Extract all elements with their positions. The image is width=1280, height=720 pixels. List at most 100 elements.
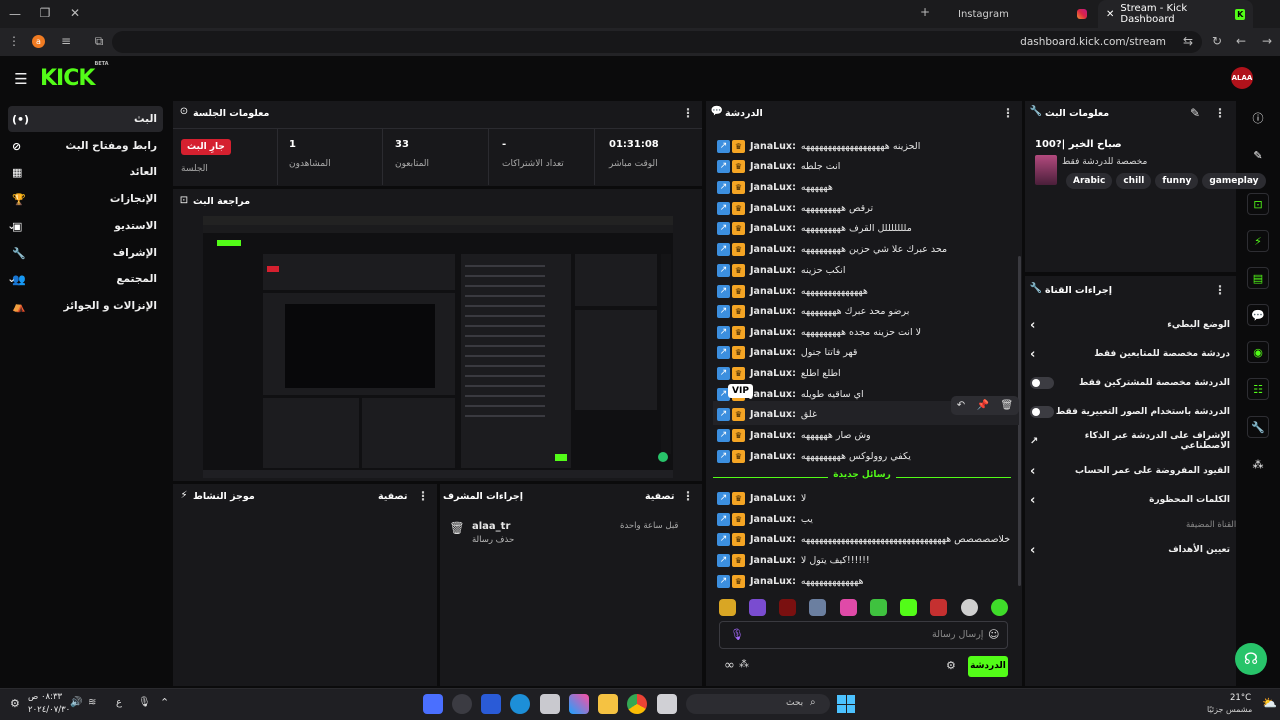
chat-username[interactable]: JanaLux: <box>750 555 796 566</box>
sidebar-item-revenue[interactable]: العائد ▦ <box>8 159 163 185</box>
action-followers-only[interactable]: دردشة مخصصة للمتابعين فقط › <box>1030 341 1230 367</box>
chat-message[interactable]: ↗ ♛ JanaLux: هههههههههههههه <box>717 571 1017 591</box>
chat-message[interactable]: ↗ ♛ JanaLux: يكفي روولوكس هههههههههه <box>717 446 1017 466</box>
more-widgets-icon[interactable]: ⁂ <box>1247 453 1269 475</box>
close-tab-icon[interactable]: ✕ <box>1106 9 1114 20</box>
chat-username[interactable]: JanaLux: <box>750 389 796 400</box>
mod-actions-menu-icon[interactable]: ⋮ <box>682 489 694 503</box>
chat-toggle-icon[interactable]: 💬 <box>1247 304 1269 326</box>
edit-icon[interactable]: ✎ <box>1247 144 1269 166</box>
weather-temp[interactable]: 21°C <box>1230 693 1251 703</box>
taskbar-explorer-icon[interactable] <box>598 694 618 714</box>
preview-toggle-icon[interactable]: ⊡ <box>1247 193 1269 215</box>
sidebar-item-drops[interactable]: الإنزالات و الجوائز ⛺ <box>8 293 163 319</box>
chat-username[interactable]: JanaLux: <box>750 347 796 358</box>
clock-time[interactable]: ٠٨:٣٣ ص <box>28 692 62 702</box>
taskbar-app-icon[interactable] <box>452 694 472 714</box>
chat-username[interactable]: JanaLux: <box>750 368 796 379</box>
chat-username[interactable]: JanaLux: <box>750 244 796 255</box>
chat-message[interactable]: ↗ ♛ JanaLux: كيف يتول لا!!!!!! <box>717 550 1017 570</box>
close-window-icon[interactable]: ✕ <box>66 6 84 20</box>
chat-username[interactable]: JanaLux: <box>750 409 796 420</box>
chat-message[interactable]: ↗ ♛ JanaLux: وش صار ههههههه <box>717 425 1017 445</box>
pin-icon[interactable]: 📌 <box>977 400 989 411</box>
reload-icon[interactable]: ↻ <box>1208 34 1226 48</box>
action-ai-moderation[interactable]: الإشراف على الدردشة عبر الذكاء الاصطناعي… <box>1030 428 1230 454</box>
action-slow-mode[interactable]: الوضع البطيء › <box>1030 312 1230 338</box>
emote-icon[interactable] <box>719 599 736 616</box>
emote-icon[interactable] <box>991 599 1008 616</box>
hamburger-menu-icon[interactable]: ☰ <box>12 70 30 88</box>
mod-entry-user[interactable]: alaa_tr <box>472 521 510 532</box>
minimize-icon[interactable]: — <box>6 7 24 21</box>
delete-icon[interactable]: 🗑 <box>1001 400 1014 411</box>
extensions-icon[interactable]: ⧉ <box>90 34 108 49</box>
action-subscribers-only[interactable]: الدردشة مخصصة للمشتركين فقط <box>1030 370 1230 396</box>
chat-username[interactable]: JanaLux: <box>750 306 796 317</box>
info-icon[interactable]: ⓘ <box>1247 107 1269 129</box>
back-icon[interactable]: ← <box>1232 34 1250 48</box>
chat-message[interactable]: ↗ ♛ JanaLux: انت جلطه <box>717 156 1017 176</box>
chat-message[interactable]: ↗ ♛ JanaLux: الحزينه هههههههههههههههههههه <box>717 136 1017 156</box>
chat-username[interactable]: JanaLux: <box>750 141 796 152</box>
stream-info-menu-icon[interactable]: ⋮ <box>1214 106 1226 120</box>
chat-username[interactable]: JanaLux: <box>750 514 796 525</box>
tab-kick-dashboard[interactable]: ✕ Stream - Kick Dashboard K <box>1098 0 1253 28</box>
wrench-toggle-icon[interactable]: 🔧 <box>1247 416 1269 438</box>
subscribers-only-toggle[interactable] <box>1030 377 1054 389</box>
chat-message[interactable]: ↗ ♛ JanaLux: اطلع اطلع <box>717 363 1017 383</box>
emote-icon[interactable] <box>749 599 766 616</box>
sidebar-item-studio[interactable]: الاستديو ▣ ⌄ <box>7 213 163 239</box>
microphone-tray-icon[interactable]: 🎙 <box>138 697 151 708</box>
sidebar-item-stream-key[interactable]: رابط ومفتاح البث ⊘ <box>8 133 163 159</box>
taskbar-chrome-icon[interactable] <box>627 694 647 714</box>
chat-send-button[interactable]: الدردشة <box>968 656 1008 677</box>
chat-username[interactable]: JanaLux: <box>750 451 796 462</box>
chat-username[interactable]: JanaLux: <box>750 493 796 504</box>
chat-message[interactable]: ↗ ♛ JanaLux: ملللللللل القرف هههههههههه <box>717 218 1017 238</box>
sidebar-item-moderation[interactable]: الإشراف 🔧 <box>8 240 163 266</box>
new-tab-icon[interactable]: + <box>916 5 934 19</box>
sidebar-item-stream[interactable]: البث (•) <box>8 106 163 132</box>
emote-icon[interactable] <box>809 599 826 616</box>
activity-filter-button[interactable]: تصفية <box>378 491 407 502</box>
chat-input[interactable]: 🎙 إرسال رسالة ☺ <box>719 621 1008 649</box>
emote-icon[interactable] <box>961 599 978 616</box>
tag-gameplay[interactable]: gameplay <box>1202 173 1266 189</box>
language-indicator[interactable]: ع <box>116 697 122 708</box>
chat-username[interactable]: JanaLux: <box>750 327 796 338</box>
chat-message[interactable]: ↗ ♛ JanaLux: لا <box>717 488 1017 508</box>
site-settings-icon[interactable]: ⇆ <box>1179 34 1197 48</box>
chat-message[interactable]: ↗ ♛ JanaLux: ترقص هههههههههه <box>717 198 1017 218</box>
forward-icon[interactable]: → <box>1258 34 1276 48</box>
chat-message[interactable]: ↗ ♛ JanaLux: قهر فاتتا جنول <box>717 342 1017 362</box>
taskbar-app-icon[interactable] <box>540 694 560 714</box>
category-name[interactable]: مخصصة للدردشة فقط <box>1062 157 1147 167</box>
taskbar-copilot-icon[interactable] <box>569 694 589 714</box>
taskbar-edge-icon[interactable] <box>510 694 530 714</box>
restore-icon[interactable]: ❐ <box>36 6 54 20</box>
emotes-only-toggle[interactable] <box>1030 406 1054 418</box>
emote-icon[interactable] <box>900 599 917 616</box>
category-thumbnail[interactable] <box>1035 155 1057 185</box>
microphone-icon[interactable]: 🎙 <box>730 628 744 641</box>
emote-icon[interactable] <box>840 599 857 616</box>
taskbar-app-icon[interactable] <box>657 694 677 714</box>
chat-username[interactable]: JanaLux: <box>750 430 796 441</box>
chat-message[interactable]: ↗ ♛ JanaLux: برضو محد عبرك ههههههههه <box>717 301 1017 321</box>
document-toggle-icon[interactable]: ▤ <box>1247 267 1269 289</box>
broadcast-toggle-icon[interactable]: ◉ <box>1247 341 1269 363</box>
reading-list-icon[interactable]: ≡ <box>57 34 75 48</box>
network-status-icon[interactable]: ⚙ <box>10 697 20 710</box>
mod-actions-filter-button[interactable]: تصفية <box>645 491 674 502</box>
undo-icon[interactable]: ↶ <box>957 400 965 411</box>
sidebar-item-community[interactable]: المجتمع 👥 ⌄ <box>7 266 163 292</box>
chat-username[interactable]: JanaLux: <box>750 576 796 587</box>
chat-message[interactable]: ↗ ♛ JanaLux: لا انت حزينه مجده هههههههههه <box>717 322 1017 342</box>
chat-message[interactable]: ↗ ♛ JanaLux: ههههههه <box>717 177 1017 197</box>
points-icon[interactable]: ⁂ <box>739 659 749 670</box>
chat-message[interactable]: ↗ ♛ JanaLux: خلاصصصصص ههههههههههههههههههههه… <box>717 529 1017 549</box>
action-account-age[interactable]: القيود المفروضة على عمر الحساب › <box>1030 458 1230 484</box>
chat-username[interactable]: JanaLux: <box>750 203 796 214</box>
emote-icon[interactable] <box>779 599 796 616</box>
